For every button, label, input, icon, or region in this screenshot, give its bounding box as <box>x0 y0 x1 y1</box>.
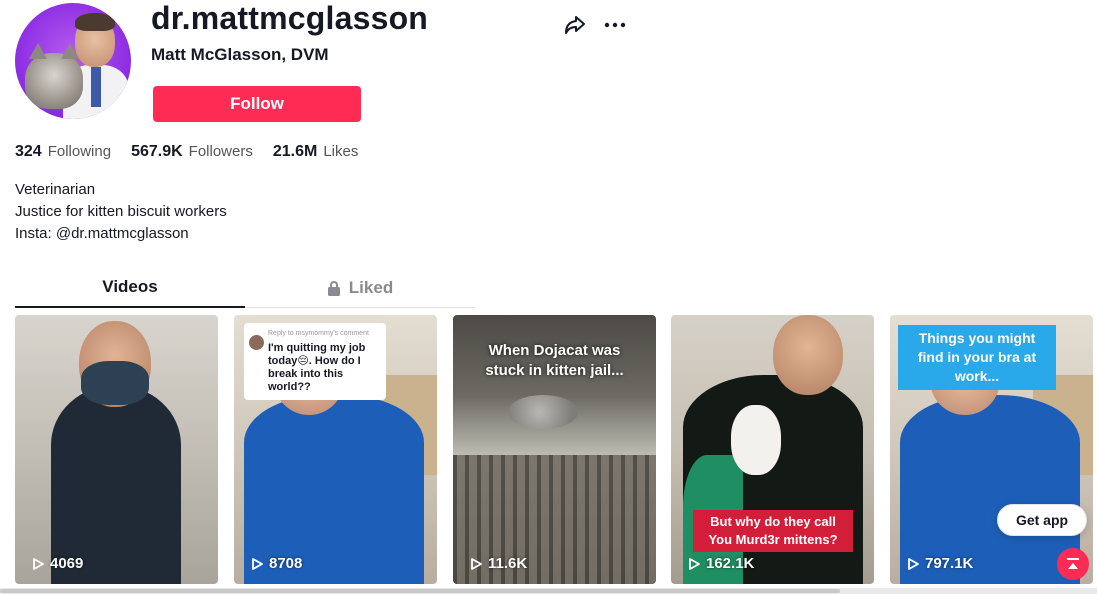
profile-avatar[interactable] <box>15 3 131 119</box>
get-app-button[interactable]: Get app <box>997 504 1087 536</box>
reply-line: Reply to msymommy's comment <box>268 330 369 337</box>
video-caption: Things you might find in your bra at wor… <box>898 325 1056 390</box>
tab-videos[interactable]: Videos <box>15 268 245 308</box>
following-label: Following <box>47 143 112 160</box>
following-count: 324 <box>15 143 42 160</box>
video-view-count: 4069 <box>50 555 84 572</box>
comment-reply-bubble: Reply to msymommy's comment I'm quitting… <box>244 323 386 400</box>
video-view-count: 11.6K <box>488 555 528 572</box>
video-card[interactable]: 4069 <box>15 315 218 584</box>
video-caption: When Dojacat was stuck in kitten jail... <box>485 342 624 379</box>
video-views: 797.1K <box>906 555 973 572</box>
video-grid: 4069 Reply to msymommy's comment I'm qui… <box>15 315 1097 585</box>
video-views: 11.6K <box>469 555 527 572</box>
lock-icon <box>327 281 340 296</box>
likes-count: 21.6M <box>272 143 318 160</box>
play-icon <box>908 557 919 570</box>
play-icon <box>689 557 700 570</box>
video-card[interactable]: Things you might find in your bra at wor… <box>890 315 1093 584</box>
share-arrow-icon[interactable] <box>562 12 588 38</box>
video-card[interactable]: When Dojacat was stuck in kitten jail...… <box>453 315 656 584</box>
avatar-cat <box>25 43 83 109</box>
avatar-tie <box>91 67 101 107</box>
more-options-icon[interactable] <box>602 12 628 38</box>
tab-liked-label: Liked <box>348 278 394 297</box>
stat-likes: 21.6M Likes <box>273 143 359 161</box>
stat-followers[interactable]: 567.9K Followers <box>131 143 253 161</box>
video-views: 4069 <box>31 555 83 572</box>
avatar-hair <box>75 13 115 31</box>
video-view-count: 162.1K <box>706 555 755 572</box>
video-card[interactable]: Reply to msymommy's comment I'm quitting… <box>234 315 437 584</box>
video-views: 162.1K <box>687 555 754 572</box>
horizontal-scrollbar[interactable] <box>0 588 1097 594</box>
profile-tabs: Videos Liked <box>15 268 475 308</box>
video-thumbnail-kitten <box>508 395 578 429</box>
video-thumbnail-person <box>683 375 863 584</box>
video-caption: But why do they call You Murd3r mittens? <box>693 510 853 552</box>
video-thumbnail-mask <box>81 361 149 405</box>
bio-line: Veterinarian <box>15 181 96 198</box>
video-view-count: 797.1K <box>925 555 974 572</box>
video-thumbnail-face <box>773 315 843 395</box>
profile-username: dr.mattmcglasson <box>151 0 429 36</box>
profile-bio: Veterinarian Justice for kitten biscuit … <box>15 179 227 245</box>
arrow-up-icon <box>1067 558 1079 569</box>
tab-liked[interactable]: Liked <box>245 268 475 308</box>
followers-label: Followers <box>188 143 253 160</box>
stat-following[interactable]: 324 Following <box>15 143 111 161</box>
video-card[interactable]: But why do they call You Murd3r mittens?… <box>671 315 874 584</box>
video-thumbnail-cat <box>731 405 781 475</box>
scrollbar-thumb[interactable] <box>0 589 840 593</box>
followers-count: 567.9K <box>131 143 183 160</box>
profile-stats: 324 Following 567.9K Followers 21.6M Likes <box>15 143 378 161</box>
bio-line: Justice for kitten biscuit workers <box>15 203 227 220</box>
profile-display-name: Matt McGlasson, DVM <box>151 45 329 64</box>
likes-label: Likes <box>323 143 359 160</box>
bio-line: Insta: @dr.mattmcglasson <box>15 225 189 242</box>
play-icon <box>33 557 44 570</box>
play-icon <box>471 557 482 570</box>
scroll-to-top-button[interactable] <box>1057 548 1089 580</box>
follow-button[interactable]: Follow <box>153 86 361 122</box>
play-icon <box>252 557 263 570</box>
video-view-count: 8708 <box>269 555 303 572</box>
comment-avatar <box>249 335 264 350</box>
video-caption: I'm quitting my job today😔. How do I bre… <box>268 342 366 393</box>
video-views: 8708 <box>250 555 302 572</box>
tab-videos-label: Videos <box>102 277 158 296</box>
